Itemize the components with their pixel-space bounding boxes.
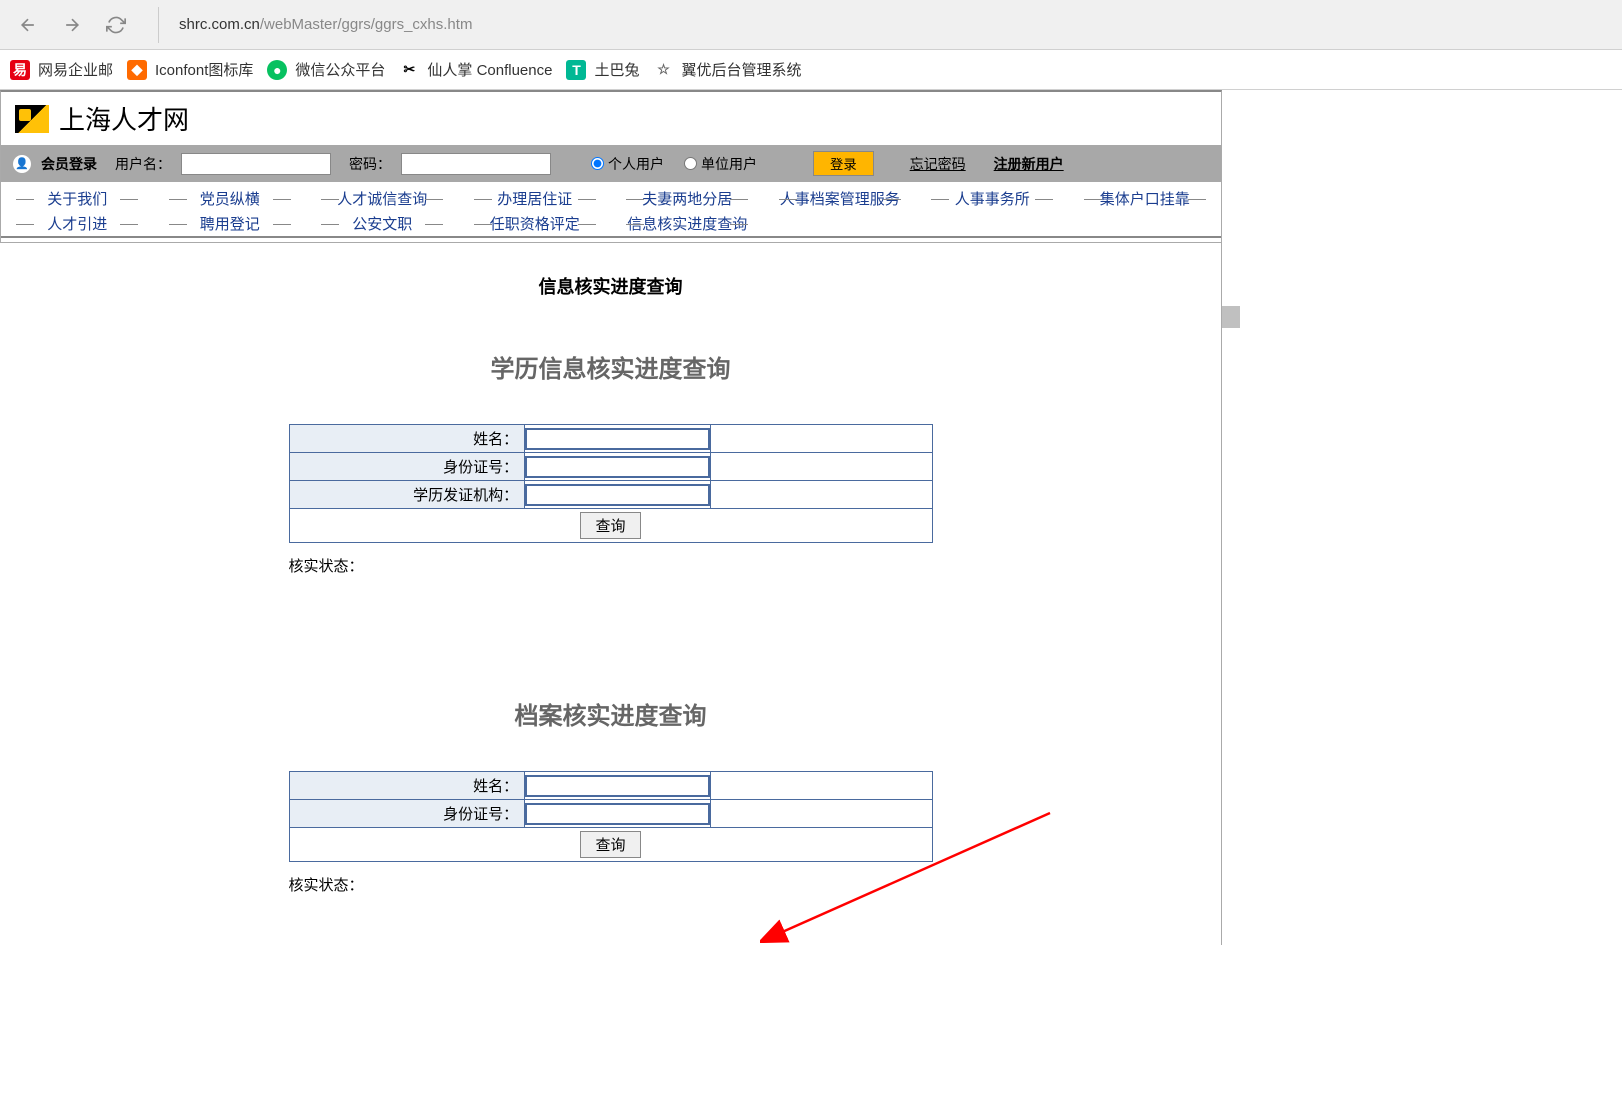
query-button-edu[interactable]: 查询	[580, 512, 640, 539]
bookmark-label: 网易企业邮	[38, 59, 113, 80]
bookmark-icon: ✂	[399, 60, 419, 80]
bookmark-tubatu[interactable]: T 土巴兔	[566, 59, 639, 80]
password-input[interactable]	[401, 153, 551, 175]
url-path: /webMaster/ggrs/ggrs_cxhs.htm	[260, 16, 473, 33]
nav-hr-office[interactable]: 人事事务所	[916, 188, 1069, 209]
nav-credit-query[interactable]: 人才诚信查询	[306, 188, 459, 209]
radio-personal[interactable]: 个人用户	[591, 154, 664, 174]
main-content: 信息核实进度查询 学历信息核实进度查询 姓名： 身份证号： 学历发证机构： 查询	[0, 243, 1222, 945]
idcard-label: 身份证号：	[289, 453, 525, 481]
bookmark-label: Iconfont图标库	[155, 59, 253, 80]
bookmark-icon: ◆	[127, 60, 147, 80]
nav-residence[interactable]: 办理居住证	[459, 188, 612, 209]
scrollbar[interactable]	[1222, 90, 1240, 945]
archive-form: 姓名： 身份证号： 查询	[289, 771, 933, 862]
bookmark-iconfont[interactable]: ◆ Iconfont图标库	[127, 59, 253, 80]
idcard-input-2[interactable]	[525, 803, 710, 825]
address-bar[interactable]: shrc.com.cn/webMaster/ggrs/ggrs_cxhs.htm	[158, 7, 1606, 43]
bookmark-icon: 易	[10, 60, 30, 80]
idcard-label-2: 身份证号：	[289, 800, 525, 828]
page-heading: 信息核实进度查询	[0, 273, 1221, 299]
username-input[interactable]	[181, 153, 331, 175]
bookmark-label: 翼优后台管理系统	[681, 59, 801, 80]
bookmark-icon: ☆	[653, 60, 673, 80]
nav-about[interactable]: 关于我们	[1, 188, 154, 209]
radio-company[interactable]: 单位用户	[684, 154, 757, 174]
register-link[interactable]: 注册新用户	[994, 154, 1064, 174]
nav-menu: 关于我们 党员纵横 人才诚信查询 办理居住证 夫妻两地分居 人事档案管理服务 人…	[1, 182, 1221, 242]
login-button[interactable]: 登录	[813, 151, 874, 176]
nav-spouse[interactable]: 夫妻两地分居	[611, 188, 764, 209]
nav-archive-mgmt[interactable]: 人事档案管理服务	[764, 188, 917, 209]
query-button-archive[interactable]: 查询	[580, 831, 640, 858]
education-form: 姓名： 身份证号： 学历发证机构： 查询	[289, 424, 933, 543]
user-icon: 👤	[13, 155, 31, 173]
name-label: 姓名：	[289, 425, 525, 453]
bookmark-label: 微信公众平台	[295, 59, 385, 80]
nav-police[interactable]: 公安文职	[306, 213, 459, 234]
bookmarks-bar: 易 网易企业邮 ◆ Iconfont图标库 ● 微信公众平台 ✂ 仙人掌 Con…	[0, 50, 1622, 90]
bookmark-icon: T	[566, 60, 586, 80]
back-button[interactable]	[16, 13, 40, 37]
name-label-2: 姓名：	[289, 772, 525, 800]
username-label: 用户名：	[115, 154, 171, 174]
bookmark-netease-mail[interactable]: 易 网易企业邮	[10, 59, 113, 80]
nav-qualification[interactable]: 任职资格评定	[459, 213, 612, 234]
bookmark-wechat[interactable]: ● 微信公众平台	[267, 59, 385, 80]
name-input-2[interactable]	[525, 775, 710, 797]
browser-toolbar: shrc.com.cn/webMaster/ggrs/ggrs_cxhs.htm	[0, 0, 1622, 50]
section2-title: 档案核实进度查询	[0, 696, 1221, 731]
url-domain: shrc.com.cn	[179, 16, 260, 33]
login-bar: 👤 会员登录 用户名： 密码： 个人用户 单位用户 登录 忘记密码 注册新用户	[1, 145, 1221, 182]
nav-hukou[interactable]: 集体户口挂靠	[1069, 188, 1222, 209]
bookmark-confluence[interactable]: ✂ 仙人掌 Confluence	[399, 59, 552, 80]
bookmark-yiyou[interactable]: ☆ 翼优后台管理系统	[653, 59, 801, 80]
forward-button[interactable]	[60, 13, 84, 37]
nav-talent-intro[interactable]: 人才引进	[1, 213, 154, 234]
password-label: 密码：	[349, 154, 391, 174]
scrollbar-thumb[interactable]	[1222, 306, 1240, 328]
site-header: 上海人才网	[1, 92, 1221, 145]
status-archive: 核实状态：	[289, 874, 933, 895]
login-title: 会员登录	[41, 154, 97, 174]
section1-title: 学历信息核实进度查询	[0, 349, 1221, 384]
nav-party[interactable]: 党员纵横	[154, 188, 307, 209]
name-input[interactable]	[525, 428, 710, 450]
bookmark-label: 土巴兔	[594, 59, 639, 80]
site-logo-icon	[15, 105, 49, 133]
status-edu: 核实状态：	[289, 555, 933, 576]
refresh-button[interactable]	[104, 13, 128, 37]
nav-verify-progress[interactable]: 信息核实进度查询	[611, 213, 764, 234]
edu-org-input[interactable]	[525, 484, 710, 506]
forgot-password-link[interactable]: 忘记密码	[910, 154, 966, 174]
site-title: 上海人才网	[59, 100, 189, 137]
edu-org-label: 学历发证机构：	[289, 481, 525, 509]
nav-hire-reg[interactable]: 聘用登记	[154, 213, 307, 234]
bookmark-label: 仙人掌 Confluence	[427, 59, 552, 80]
bookmark-icon: ●	[267, 60, 287, 80]
idcard-input[interactable]	[525, 456, 710, 478]
